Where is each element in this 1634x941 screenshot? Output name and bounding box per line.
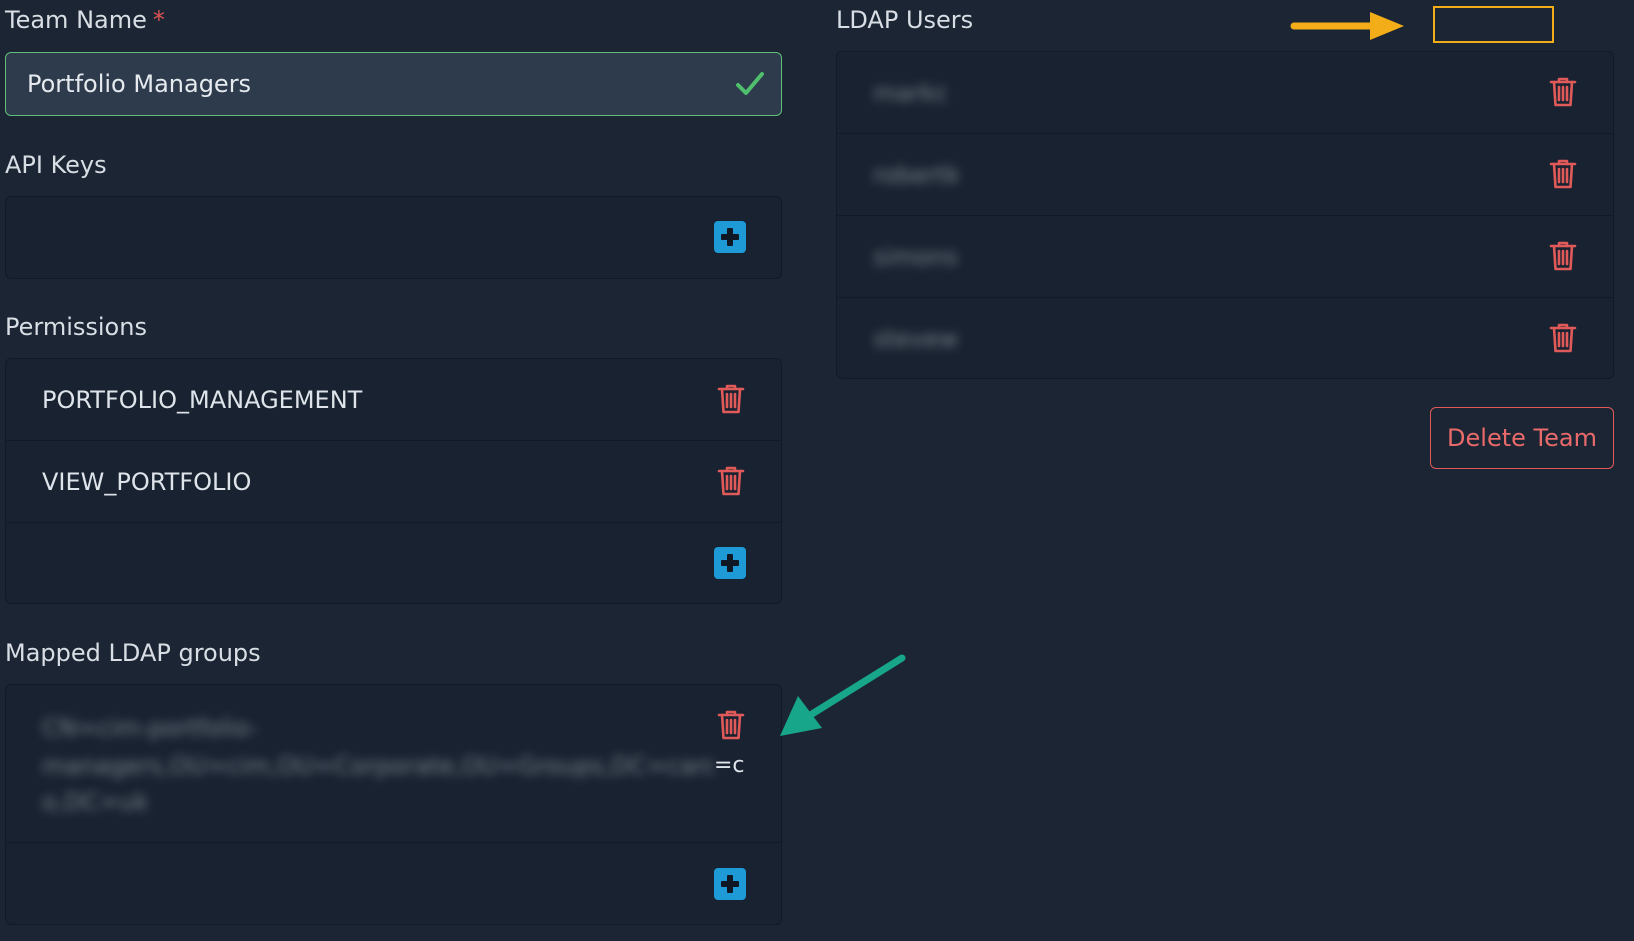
ldap-group-line-tail: =c: [714, 753, 745, 778]
add-permission-icon[interactable]: [714, 547, 746, 579]
ldap-group-line: CN=cim-portfolio-: [42, 714, 259, 742]
add-permission-row: [6, 523, 781, 605]
permission-name: VIEW_PORTFOLIO: [42, 468, 252, 496]
ldap-username: robertk: [873, 161, 961, 189]
teal-arrow-icon: [780, 654, 906, 736]
check-icon: [736, 72, 764, 95]
permissions-panel: PORTFOLIO_MANAGEMENT VIEW_PORTFOLIO: [5, 358, 782, 604]
mapped-ldap-groups-panel: CN=cim-portfolio- managers,OU=cim,OU=Cor…: [5, 684, 782, 925]
add-ldap-group-icon[interactable]: [714, 868, 746, 900]
permission-row: PORTFOLIO_MANAGEMENT: [6, 359, 781, 441]
trash-icon[interactable]: [717, 709, 745, 741]
ldap-username: markc: [873, 79, 949, 107]
team-name-input[interactable]: [5, 52, 782, 116]
mapped-ldap-groups-label: Mapped LDAP groups: [5, 639, 261, 667]
trash-icon[interactable]: [717, 383, 745, 415]
highlight-box: [1433, 6, 1554, 43]
permission-name: PORTFOLIO_MANAGEMENT: [42, 386, 363, 414]
required-marker: *: [152, 6, 165, 34]
delete-team-button[interactable]: Delete Team: [1430, 407, 1614, 469]
ldap-user-row: markc: [837, 52, 1613, 134]
ldap-user-row: stevew: [837, 298, 1613, 380]
ldap-group-line: managers,OU=cim,OU=Corporate,OU=Groups,D…: [42, 752, 714, 780]
trash-icon[interactable]: [1549, 240, 1577, 272]
api-keys-label: API Keys: [5, 151, 107, 179]
add-ldap-group-row: [6, 843, 781, 926]
permissions-label: Permissions: [5, 313, 147, 341]
ldap-users-panel: markc robertk simons stevew: [836, 51, 1614, 379]
ldap-user-row: robertk: [837, 134, 1613, 216]
permission-row: VIEW_PORTFOLIO: [6, 441, 781, 523]
api-keys-panel: [5, 196, 782, 279]
ldap-user-row: simons: [837, 216, 1613, 298]
ldap-username: simons: [873, 243, 958, 271]
trash-icon[interactable]: [717, 465, 745, 497]
orange-arrow-icon: [1290, 12, 1404, 40]
add-api-key-icon[interactable]: [714, 221, 746, 253]
ldap-group-row: CN=cim-portfolio- managers,OU=cim,OU=Cor…: [6, 685, 781, 843]
trash-icon[interactable]: [1549, 76, 1577, 108]
trash-icon[interactable]: [1549, 158, 1577, 190]
team-editor-page: Team Name* API Keys Permissions PORTFOLI…: [0, 0, 1634, 941]
trash-icon[interactable]: [1549, 322, 1577, 354]
ldap-users-label: LDAP Users: [836, 6, 974, 34]
ldap-username: stevew: [873, 325, 959, 353]
team-name-label: Team Name *: [5, 6, 165, 34]
ldap-group-line: o,DC=uk: [42, 788, 149, 816]
